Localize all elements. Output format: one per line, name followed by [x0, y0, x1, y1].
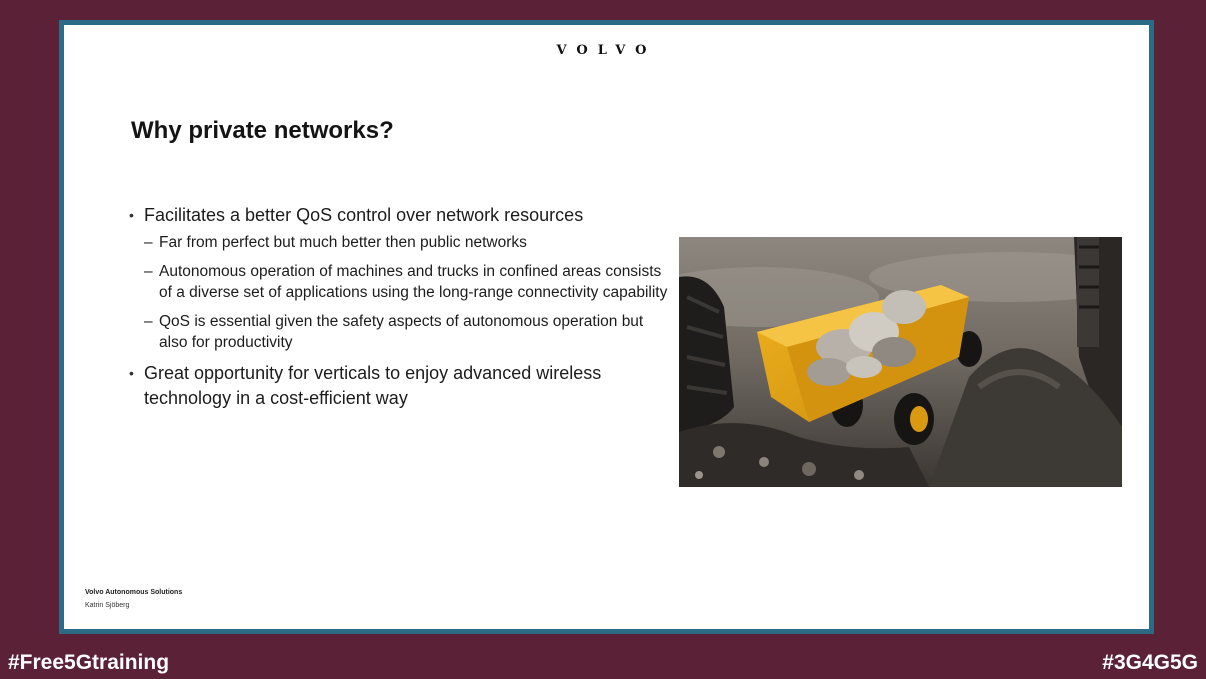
sub-bullet-marker: –: [144, 234, 153, 251]
bullet-marker: •: [129, 207, 134, 223]
sub-bullet-item: – QoS is essential given the safety aspe…: [127, 311, 672, 353]
slide-title: Why private networks?: [131, 117, 394, 144]
sub-bullet-item: – Autonomous operation of machines and t…: [127, 261, 672, 303]
bullet-marker: •: [129, 365, 134, 381]
hashtag-right: #3G4G5G: [1102, 651, 1198, 674]
hashtag-left: #Free5Gtraining: [8, 651, 170, 674]
footer-author: Katrin Sjöberg: [85, 602, 130, 609]
bullet-text: Facilitates a better QoS control over ne…: [144, 205, 584, 225]
bullet-item: • Great opportunity for verticals to enj…: [127, 361, 672, 411]
truck-image-illustration: [679, 237, 1122, 487]
bullet-item: • Facilitates a better QoS control over …: [127, 203, 672, 228]
bullet-text: Great opportunity for verticals to enjoy…: [144, 363, 602, 408]
sub-bullet-text: Far from perfect but much better then pu…: [159, 234, 527, 251]
sub-bullet-marker: –: [144, 263, 153, 280]
slide-content: • Facilitates a better QoS control over …: [127, 203, 672, 419]
volvo-logo: VOLVO: [556, 43, 657, 58]
sub-bullet-item: – Far from perfect but much better then …: [127, 232, 672, 253]
footer-company: Volvo Autonomous Solutions: [85, 589, 183, 596]
slide: VOLVO Why private networks? • Facilitate…: [64, 25, 1149, 629]
autonomous-truck-photo: [679, 237, 1122, 487]
sub-bullet-text: Autonomous operation of machines and tru…: [159, 263, 668, 301]
sub-bullet-marker: –: [144, 313, 153, 330]
sub-bullet-text: QoS is essential given the safety aspect…: [159, 313, 644, 351]
